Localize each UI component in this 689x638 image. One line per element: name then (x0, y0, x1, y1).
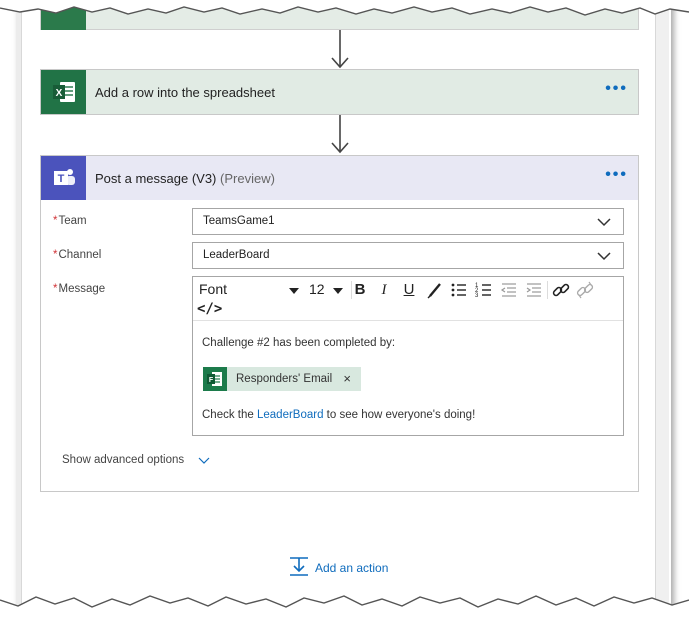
team-select[interactable]: TeamsGame1 (192, 208, 624, 235)
insert-link-icon[interactable] (551, 280, 571, 300)
toolbar-divider (547, 281, 548, 299)
canvas-left-rail (16, 0, 22, 612)
team-select-value: TeamsGame1 (203, 215, 275, 227)
chevron-down-icon (597, 218, 611, 227)
bold-button[interactable]: B (350, 280, 370, 300)
canvas-scrollbar[interactable] (655, 0, 669, 612)
numbered-list-icon[interactable]: 1 2 3 (474, 280, 494, 300)
excel-step-card[interactable]: X Add a row into the spreadsheet ••• (40, 69, 639, 115)
editor-toolbar: Font 12 B I U 1 2 3 </> (193, 277, 623, 321)
channel-label-text: Channel (58, 249, 102, 261)
token-label: Responders' Email (236, 373, 333, 385)
excel-step-title: Add a row into the spreadsheet (95, 84, 275, 100)
code-view-button[interactable]: </> (197, 301, 222, 317)
channel-select[interactable]: LeaderBoard (192, 242, 624, 269)
teams-step-header[interactable]: T Post a message (V3) (Preview) ••• (41, 156, 638, 200)
font-size-value: 12 (309, 281, 325, 297)
message-line-3-prefix: Check the (202, 409, 257, 421)
message-line-3: Check the LeaderBoard to see how everyon… (202, 409, 475, 421)
chevron-down-icon[interactable] (198, 456, 210, 466)
add-action-button[interactable]: Add an action (288, 556, 408, 580)
required-marker: * (53, 215, 58, 227)
svg-text:F: F (209, 377, 214, 384)
teams-step-title-main: Post a message (V3) (95, 170, 217, 186)
flow-arrow-icon (331, 30, 349, 69)
font-family-dropdown[interactable]: Font (199, 281, 303, 299)
svg-text:T: T (57, 173, 64, 185)
dynamic-content-token[interactable]: F Responders' Email × (203, 367, 361, 391)
required-marker: * (53, 283, 58, 295)
message-label-text: Message (58, 283, 106, 295)
svg-text:3: 3 (475, 293, 479, 299)
caret-down-icon (289, 288, 299, 294)
remove-link-icon[interactable] (575, 280, 595, 300)
excel-icon: X (41, 70, 86, 114)
remove-token-icon[interactable]: × (343, 371, 351, 386)
forms-icon: F (203, 367, 227, 391)
teams-icon: T (41, 156, 86, 200)
flow-arrow-icon (331, 115, 349, 154)
highlight-pen-icon[interactable] (425, 280, 445, 300)
message-label: *Message (53, 283, 105, 295)
teams-step-title-preview: (Preview) (220, 170, 275, 186)
teams-step-card: T Post a message (V3) (Preview) ••• *Tea… (40, 155, 639, 492)
font-family-value: Font (199, 281, 228, 297)
increase-indent-icon[interactable] (524, 280, 544, 300)
more-options-icon[interactable]: ••• (605, 167, 628, 183)
underline-button[interactable]: U (399, 280, 419, 300)
decrease-indent-icon[interactable] (499, 280, 519, 300)
message-editor[interactable]: Font 12 B I U 1 2 3 </> Challenge #2 has… (192, 276, 624, 436)
add-action-icon (290, 557, 308, 576)
team-label: *Team (53, 215, 87, 227)
previous-step-card[interactable] (40, 0, 639, 30)
message-line-3-suffix: to see how everyone's doing! (323, 409, 476, 421)
show-advanced-options-link[interactable]: Show advanced options (62, 454, 184, 466)
team-label-text: Team (58, 215, 87, 227)
bulleted-list-icon[interactable] (449, 280, 469, 300)
leaderboard-link[interactable]: LeaderBoard (257, 409, 324, 421)
required-marker: * (53, 249, 58, 261)
italic-button[interactable]: I (374, 280, 394, 300)
more-options-icon[interactable]: ••• (605, 81, 628, 97)
channel-label: *Channel (53, 249, 101, 261)
add-action-label: Add an action (315, 561, 389, 575)
excel-step-header[interactable]: X Add a row into the spreadsheet ••• (41, 70, 638, 114)
channel-select-value: LeaderBoard (203, 249, 270, 261)
svg-text:X: X (55, 88, 62, 99)
message-line-1: Challenge #2 has been completed by: (202, 337, 396, 349)
font-size-dropdown[interactable]: 12 (309, 281, 347, 299)
previous-step-icon-strip (41, 0, 86, 30)
caret-down-icon (333, 288, 343, 294)
teams-step-title: Post a message (V3) (Preview) (95, 171, 275, 186)
chevron-down-icon (597, 252, 611, 261)
